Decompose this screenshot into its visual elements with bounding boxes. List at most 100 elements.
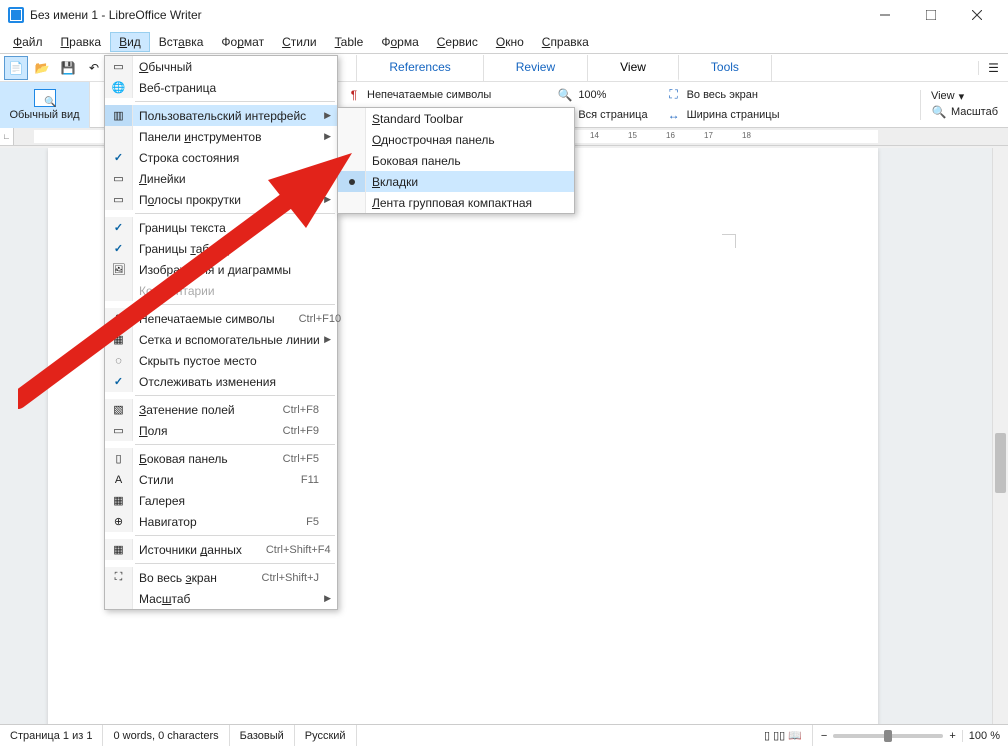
zoom-in-icon[interactable]: + — [949, 730, 955, 742]
submenu-item-icon — [338, 192, 366, 213]
menu-окно[interactable]: Окно — [487, 32, 533, 52]
status-lang[interactable]: Русский — [295, 725, 357, 746]
menu-item[interactable]: ▭Полосы прокрутки▶ — [105, 189, 337, 210]
slider-track[interactable] — [833, 734, 943, 738]
tab-view[interactable]: View — [588, 55, 679, 81]
scale-dropdown[interactable]: 🔍 Масштаб — [931, 104, 998, 120]
menu-item-label: Масштаб — [139, 592, 319, 606]
submenu-item-icon — [338, 171, 366, 192]
menu-item[interactable]: ◌Скрыть пустое место — [105, 350, 337, 371]
menu-item[interactable]: 🌐Веб-страница — [105, 77, 337, 98]
menu-вид[interactable]: Вид — [110, 32, 150, 52]
menubar: ФайлПравкаВидВставкаФорматСтилиTableФорм… — [0, 30, 1008, 54]
menu-item-label: Панели инструментов — [139, 130, 319, 144]
menu-item-label: Комментарии — [139, 284, 319, 298]
menu-сервис[interactable]: Сервис — [428, 32, 487, 52]
menu-item[interactable]: ▧Затенение полейCtrl+F8 — [105, 399, 337, 420]
menu-item-label: Строка состояния — [139, 151, 319, 165]
ruler-mark: 14 — [590, 131, 599, 140]
menu-item[interactable]: ▦Источники данныхCtrl+Shift+F4 — [105, 539, 337, 560]
status-page[interactable]: Страница 1 из 1 — [0, 725, 103, 746]
status-view-icons[interactable]: ▯ ▯▯ 📖 — [754, 725, 813, 746]
menu-item-icon: ▭ — [105, 168, 133, 189]
window-title: Без имени 1 - LibreOffice Writer — [30, 8, 862, 22]
tab-review[interactable]: Review — [484, 55, 588, 81]
qat-save-icon[interactable]: 💾 — [56, 56, 80, 80]
menu-item[interactable]: ▭Обычный — [105, 56, 337, 77]
zoom-100-button[interactable]: 🔍100% — [553, 86, 651, 104]
menu-item[interactable]: ▥Пользовательский интерфейс▶ — [105, 105, 337, 126]
menu-справка[interactable]: Справка — [533, 32, 598, 52]
submenu-item-label: Однострочная панель — [372, 133, 564, 147]
menu-item[interactable]: Панели инструментов▶ — [105, 126, 337, 147]
menu-table[interactable]: Table — [326, 32, 373, 52]
menu-item[interactable]: AСтилиF11 — [105, 469, 337, 490]
menu-item[interactable]: ▯Боковая панельCtrl+F5 — [105, 448, 337, 469]
menu-вставка[interactable]: Вставка — [150, 32, 213, 52]
qat-new-icon[interactable]: 📄 — [4, 56, 28, 80]
normal-view-button[interactable]: Обычный вид — [0, 82, 90, 128]
status-style[interactable]: Базовый — [230, 725, 295, 746]
menu-item-label: Изображения и диаграммы — [139, 263, 319, 277]
menu-item[interactable]: ▦Сетка и вспомогательные линии▶ — [105, 329, 337, 350]
close-button[interactable] — [954, 0, 1000, 30]
minimize-button[interactable] — [862, 0, 908, 30]
menu-item[interactable]: 🖼 Изображения и диаграммы — [105, 259, 337, 280]
ruler-mark: 18 — [742, 131, 751, 140]
menu-item[interactable]: ▭ПоляCtrl+F9 — [105, 420, 337, 441]
menu-правка[interactable]: Правка — [52, 32, 111, 52]
maximize-button[interactable] — [908, 0, 954, 30]
menu-item-label: Боковая панель — [139, 452, 259, 466]
submenu-item[interactable]: Вкладки — [338, 171, 574, 192]
tab-tools[interactable]: Tools — [679, 55, 772, 81]
nonprinting-chars-button[interactable]: ¶Непечатаемые символы — [342, 86, 495, 104]
menu-shortcut: F5 — [306, 516, 319, 528]
menu-формат[interactable]: Формат — [212, 32, 273, 52]
menu-item-icon: ✓ — [105, 147, 133, 168]
zoom-value[interactable]: 100 % — [962, 730, 1000, 742]
fullscreen-button[interactable]: ⛶Во весь экран — [662, 86, 784, 104]
submenu-item[interactable]: Боковая панель — [338, 150, 574, 171]
status-words[interactable]: 0 words, 0 characters — [103, 725, 229, 746]
menu-item[interactable]: ▭Линейки▶ — [105, 168, 337, 189]
submenu-item[interactable]: Лента групповая компактная — [338, 192, 574, 213]
slider-thumb[interactable] — [884, 730, 892, 742]
qat-undo-icon[interactable]: ↶ — [82, 56, 106, 80]
tab-references[interactable]: References — [357, 55, 483, 81]
menu-item[interactable]: ▦Галерея — [105, 490, 337, 511]
menu-item-label: Границы текста — [139, 221, 319, 235]
menu-item[interactable]: ✓Отслеживать изменения — [105, 371, 337, 392]
menu-item[interactable]: ¶Непечатаемые символыCtrl+F10 — [105, 308, 337, 329]
menu-shortcut: Ctrl+F9 — [283, 425, 319, 437]
menu-item[interactable]: ✓Границы текста — [105, 217, 337, 238]
statusbar: Страница 1 из 1 0 words, 0 characters Ба… — [0, 724, 1008, 746]
menu-item[interactable]: ⊕НавигаторF5 — [105, 511, 337, 532]
ruler-mark: 17 — [704, 131, 713, 140]
menu-shortcut: Ctrl+Shift+J — [262, 572, 319, 584]
menu-item-label: Веб-страница — [139, 81, 319, 95]
margin-corner-icon — [722, 234, 736, 248]
menu-форма[interactable]: Форма — [372, 32, 427, 52]
menu-item[interactable]: ✓ Строка состояния — [105, 147, 337, 168]
menu-item[interactable]: ⛶Во весь экранCtrl+Shift+J — [105, 567, 337, 588]
submenu-item[interactable]: Однострочная панель — [338, 129, 574, 150]
zoom-icon: 🔍 — [931, 104, 947, 120]
zoom100-label: 100% — [578, 89, 606, 101]
scrollbar-thumb[interactable] — [995, 433, 1006, 493]
menu-item-label: Скрыть пустое место — [139, 354, 319, 368]
page-width-button[interactable]: ↔Ширина страницы — [662, 106, 784, 124]
menu-файл[interactable]: Файл — [4, 32, 52, 52]
submenu-item[interactable]: Standard Toolbar — [338, 108, 574, 129]
qat-open-icon[interactable]: 📂 — [30, 56, 54, 80]
zoom-out-icon[interactable]: − — [821, 730, 827, 742]
zoom-slider[interactable]: − + 100 % — [813, 730, 1008, 742]
menu-стили[interactable]: Стили — [273, 32, 326, 52]
view-dropdown[interactable]: View ▾ — [931, 90, 964, 103]
menu-item[interactable]: ✓Границы таблиц — [105, 238, 337, 259]
menu-item[interactable]: Масштаб▶ — [105, 588, 337, 609]
menu-item-icon: 🖼 — [105, 259, 133, 280]
ribbon-menu-icon[interactable]: ☰ — [978, 61, 1008, 75]
vertical-scrollbar[interactable] — [992, 148, 1008, 724]
scale-label: Масштаб — [951, 106, 998, 118]
ruler-mark: 16 — [666, 131, 675, 140]
